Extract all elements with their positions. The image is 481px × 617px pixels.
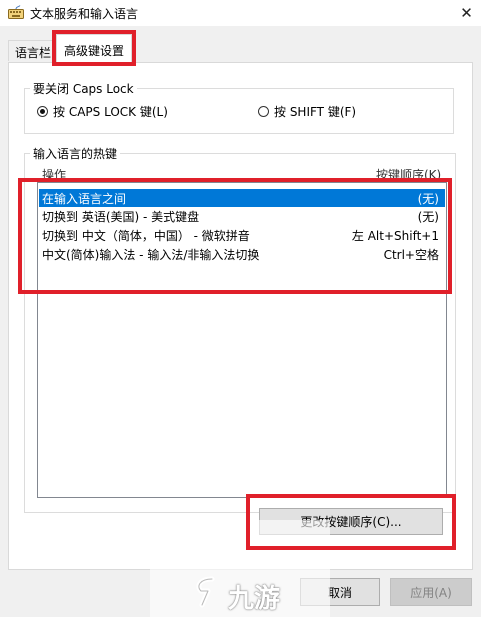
radio-shift-label: 按 SHIFT 键(F) bbox=[274, 105, 357, 119]
list-item-action: 切换到 英语(美国) - 美式键盘 bbox=[42, 209, 200, 224]
list-item-keys: 左 Alt+Shift+1 bbox=[351, 228, 439, 243]
list-item-keys: Ctrl+空格 bbox=[383, 247, 439, 262]
hotkey-list[interactable]: 在输入语言之间 (无) 切换到 英语(美国) - 美式键盘 (无) 切换到 中文… bbox=[37, 182, 447, 498]
list-item-action: 在输入语言之间 bbox=[42, 191, 127, 206]
list-item-action: 切换到 中文（简体，中国） - 微软拼音 bbox=[42, 228, 250, 243]
list-item[interactable]: 在输入语言之间 (无) bbox=[39, 189, 445, 207]
keyboard-app-icon bbox=[8, 5, 24, 19]
list-item-keys: (无) bbox=[417, 191, 439, 206]
tab-advanced-key-settings[interactable]: 高级键设置 bbox=[56, 34, 132, 63]
close-button[interactable]: ✕ bbox=[452, 0, 481, 26]
apply-button[interactable]: 应用(A) bbox=[390, 578, 472, 606]
list-item-action: 中文(简体)输入法 - 输入法/非输入法切换 bbox=[42, 247, 260, 262]
tab-language-bar[interactable]: 语言栏 bbox=[8, 40, 56, 61]
column-header-action: 操作 bbox=[42, 168, 67, 182]
watermark-text: 九游 bbox=[228, 584, 281, 614]
radio-caps-lock[interactable]: 按 CAPS LOCK 键(L) bbox=[37, 103, 168, 120]
window-title: 文本服务和输入语言 bbox=[30, 7, 139, 21]
list-item[interactable]: 切换到 英语(美国) - 美式键盘 (无) bbox=[39, 207, 445, 225]
caps-lock-group-title: 要关闭 Caps Lock bbox=[30, 80, 137, 97]
radio-selected-icon bbox=[37, 106, 48, 117]
column-header-key-sequence: 按键顺序(K) bbox=[376, 168, 442, 182]
list-item[interactable]: 中文(简体)输入法 - 输入法/非输入法切换 Ctrl+空格 bbox=[39, 245, 445, 263]
radio-caps-lock-label: 按 CAPS LOCK 键(L) bbox=[53, 105, 168, 119]
radio-shift[interactable]: 按 SHIFT 键(F) bbox=[258, 103, 356, 120]
close-icon: ✕ bbox=[460, 4, 473, 22]
list-item[interactable]: 切换到 中文（简体，中国） - 微软拼音 左 Alt+Shift+1 bbox=[39, 226, 445, 244]
list-item-keys: (无) bbox=[417, 209, 439, 224]
radio-unselected-icon bbox=[258, 106, 269, 117]
hotkeys-group-title: 输入语言的热键 bbox=[30, 145, 121, 162]
nine-game-logo-icon bbox=[192, 576, 222, 608]
